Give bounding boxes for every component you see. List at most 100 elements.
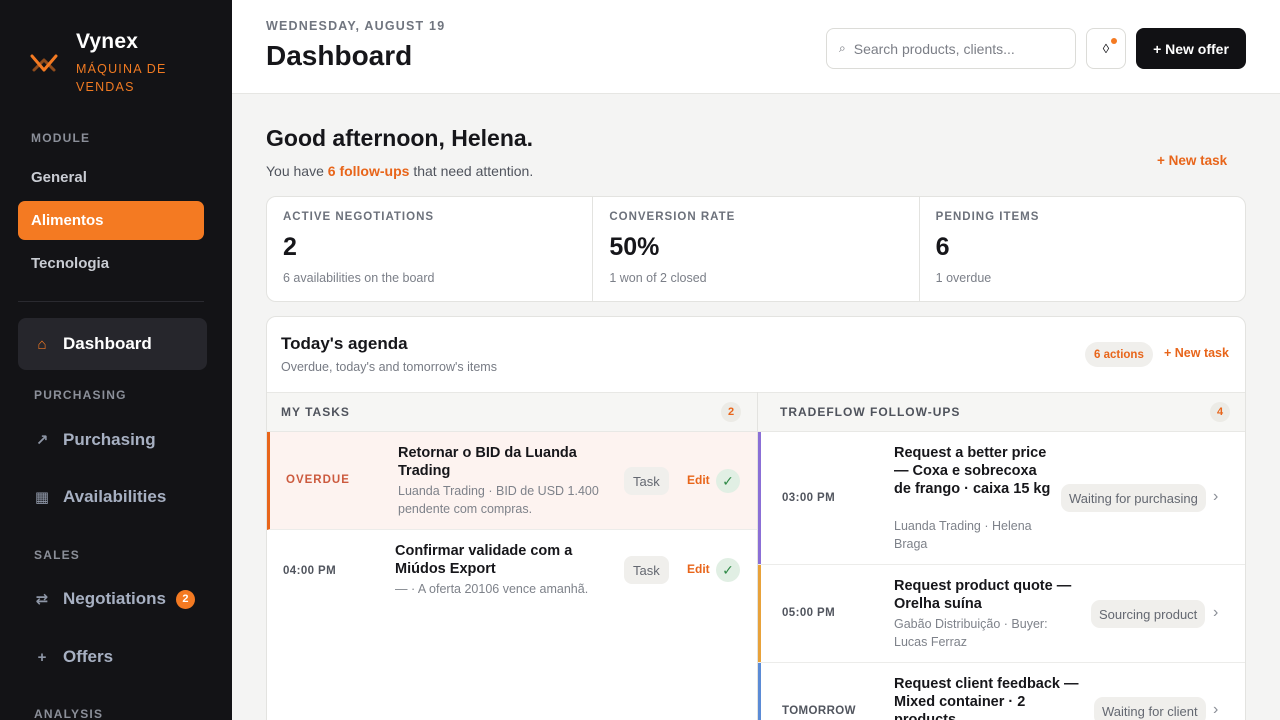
task-edit-button[interactable]: Edit: [687, 473, 710, 487]
my-tasks-count: 2: [721, 402, 741, 422]
agenda-subtitle: Overdue, today's and tomorrow's items: [281, 360, 497, 374]
analysis-section-label: ANALYSIS: [34, 707, 104, 720]
followup-time: 05:00 PM: [782, 607, 836, 619]
stat-label: ACTIVE NEGOTIATIONS: [283, 211, 435, 223]
followup-time: TOMORROW: [782, 705, 856, 717]
stat-note: 6 availabilities on the board: [283, 271, 435, 285]
stat-value: 50%: [609, 233, 660, 261]
followup-time: 03:00 PM: [782, 492, 836, 504]
module-section-label: MODULE: [31, 131, 91, 145]
task-time: 04:00 PM: [283, 565, 337, 577]
task-row[interactable]: 04:00 PM Confirmar validade com a Miúdos…: [267, 530, 757, 610]
followup-meta: Gabão Distribuição · Buyer: Lucas Ferraz: [894, 617, 1048, 649]
new-offer-button[interactable]: + New offer: [1136, 28, 1246, 69]
search-input[interactable]: [853, 40, 1054, 57]
nav-item-dashboard[interactable]: ⌂ Dashboard: [18, 318, 207, 370]
followup-row[interactable]: 05:00 PM Request product quote — Orelha …: [758, 565, 1245, 663]
task-title: Confirmar validade com a Miúdos Export: [395, 543, 573, 577]
followup-status-pill: Waiting for purchasing: [1061, 484, 1206, 512]
followup-color-bar: [758, 432, 761, 564]
nav-item-offers[interactable]: + Offers: [18, 631, 207, 683]
brand-subtitle: MÁQUINA DE VENDAS: [76, 62, 167, 94]
notification-dot: [1111, 38, 1117, 44]
followup-status-pill: Waiting for client: [1094, 697, 1206, 720]
brand-name: Vynex: [76, 30, 139, 53]
module-item-alimentos[interactable]: Alimentos: [18, 201, 204, 240]
nav-item-label: Offers: [63, 647, 114, 666]
sales-section-label: SALES: [34, 548, 81, 562]
new-task-link[interactable]: + New task: [1157, 153, 1227, 168]
chevron-right-icon[interactable]: ›: [1213, 488, 1218, 506]
actions-count-pill: 6 actions: [1085, 342, 1153, 367]
stats-card: ACTIVE NEGOTIATIONS 2 6 availabilities o…: [266, 196, 1246, 302]
task-edit-button[interactable]: Edit: [687, 562, 710, 576]
followups-count: 4: [1210, 402, 1230, 422]
followups-highlight-link[interactable]: 6 follow-ups: [328, 163, 410, 179]
swap-arrows-icon: ⇄: [35, 591, 49, 608]
my-tasks-header: MY TASKS 2: [267, 392, 757, 432]
stat-value: 6: [935, 233, 950, 261]
stat-label: CONVERSION RATE: [609, 211, 736, 223]
page-title: Dashboard: [266, 40, 413, 71]
notification-button[interactable]: ◊: [1086, 28, 1126, 69]
agenda-card: Today's agenda Overdue, today's and tomo…: [266, 316, 1246, 720]
trend-arrow-icon: ↗: [35, 432, 49, 449]
stat-active-negotiations: ACTIVE NEGOTIATIONS 2 6 availabilities o…: [267, 197, 594, 301]
task-row[interactable]: OVERDUE Retornar o BID da Luanda Trading…: [267, 432, 757, 530]
check-icon[interactable]: ✓: [716, 469, 740, 493]
module-item-tecnologia[interactable]: Tecnologia: [18, 244, 204, 283]
home-icon: ⌂: [37, 335, 47, 353]
followup-status-pill: Sourcing product: [1091, 600, 1206, 628]
module-item-label: Alimentos: [31, 212, 104, 229]
top-header: WEDNESDAY, AUGUST 19 Dashboard ⌕ ◊ + New…: [232, 0, 1280, 94]
nav-item-label: Purchasing: [63, 430, 156, 449]
check-icon[interactable]: ✓: [716, 558, 740, 582]
task-title: Retornar o BID da Luanda Trading: [398, 445, 577, 479]
stat-label: PENDING ITEMS: [935, 211, 1040, 223]
followup-title: Request client feedback — Mixed containe…: [894, 676, 1079, 720]
search-icon: ⌕: [839, 41, 846, 55]
stat-pending-items: PENDING ITEMS 6 1 overdue: [920, 197, 1245, 301]
stat-conversion-rate: CONVERSION RATE 50% 1 won of 2 closed: [593, 197, 920, 301]
nav-item-purchasing[interactable]: ↗ Purchasing: [18, 414, 207, 466]
agenda-title: Today's agenda: [281, 334, 408, 353]
sidebar-divider: [18, 301, 204, 302]
greeting-suffix: that need attention.: [409, 163, 534, 179]
task-type-tag: Task: [624, 467, 669, 495]
nav-item-availabilities[interactable]: ▦ Availabilities: [18, 471, 207, 523]
greeting-prefix: You have: [266, 163, 328, 179]
followup-color-bar: [758, 565, 761, 662]
followup-row[interactable]: 03:00 PM Request a better price — Coxa e…: [758, 432, 1245, 565]
nav-item-label: Availabilities: [63, 487, 167, 506]
sidebar: Vynex MÁQUINA DE VENDAS MODULE General A…: [0, 0, 232, 720]
search-box[interactable]: ⌕: [826, 28, 1076, 69]
purchasing-section-label: PURCHASING: [34, 388, 127, 402]
chevron-right-icon[interactable]: ›: [1213, 701, 1218, 719]
task-time: OVERDUE: [286, 474, 350, 486]
chevron-right-icon[interactable]: ›: [1213, 604, 1218, 622]
column-title: MY TASKS: [281, 405, 350, 419]
task-meta: — · A oferta 20106 vence amanhã.: [395, 582, 589, 596]
current-date: WEDNESDAY, AUGUST 19: [266, 19, 446, 33]
column-title: TRADEFLOW FOLLOW-UPS: [780, 405, 961, 419]
stat-value: 2: [283, 233, 297, 261]
module-item-label: Tecnologia: [31, 255, 110, 272]
greeting-subtitle: You have 6 follow-ups that need attentio…: [266, 163, 533, 179]
brand[interactable]: Vynex MÁQUINA DE VENDAS: [30, 30, 196, 96]
nav-item-label: Negotiations: [63, 589, 166, 608]
nav-item-negotiations[interactable]: ⇄ Negotiations 2: [18, 573, 207, 625]
nav-item-label: Dashboard: [63, 334, 152, 353]
bell-icon: ◊: [1102, 41, 1110, 56]
followup-row[interactable]: TOMORROW Request client feedback — Mixed…: [758, 663, 1245, 720]
negotiations-count-badge: 2: [175, 589, 195, 609]
followup-title: Request a better price — Coxa e sobrecox…: [894, 445, 1051, 497]
agenda-new-task-link[interactable]: + New task: [1164, 346, 1229, 360]
stat-note: 1 overdue: [935, 271, 992, 285]
stat-note: 1 won of 2 closed: [609, 271, 707, 285]
module-item-general[interactable]: General: [18, 158, 204, 197]
task-type-tag: Task: [624, 556, 669, 584]
logo-icon: [30, 54, 58, 72]
task-meta: Luanda Trading · BID de USD 1.400 penden…: [398, 484, 599, 516]
followup-title: Request product quote — Orelha suína: [894, 578, 1072, 612]
grid-icon: ▦: [34, 489, 50, 506]
